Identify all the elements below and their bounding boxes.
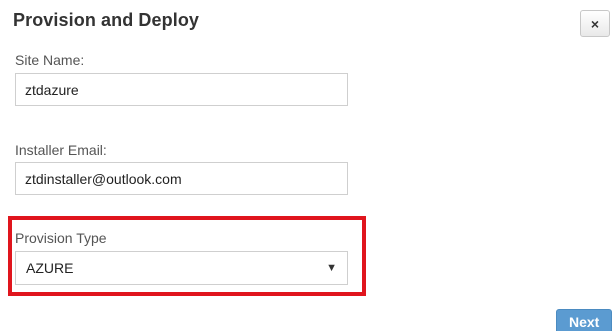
provision-deploy-dialog: Provision and Deploy × Site Name: Instal… [0,0,614,331]
close-button[interactable]: × [580,10,610,37]
site-name-label: Site Name: [15,52,85,68]
caret-down-icon: ▼ [326,262,337,274]
provision-type-select[interactable]: AZURE ▼ [15,251,348,285]
site-name-input[interactable] [15,73,348,106]
installer-email-input[interactable] [15,162,348,195]
dialog-title: Provision and Deploy [13,10,200,30]
next-button[interactable]: Next [556,309,612,331]
close-icon: × [590,15,600,32]
provision-type-label: Provision Type [15,230,107,246]
installer-email-label: Installer Email: [15,142,107,158]
provision-type-selected-value: AZURE [26,260,74,276]
